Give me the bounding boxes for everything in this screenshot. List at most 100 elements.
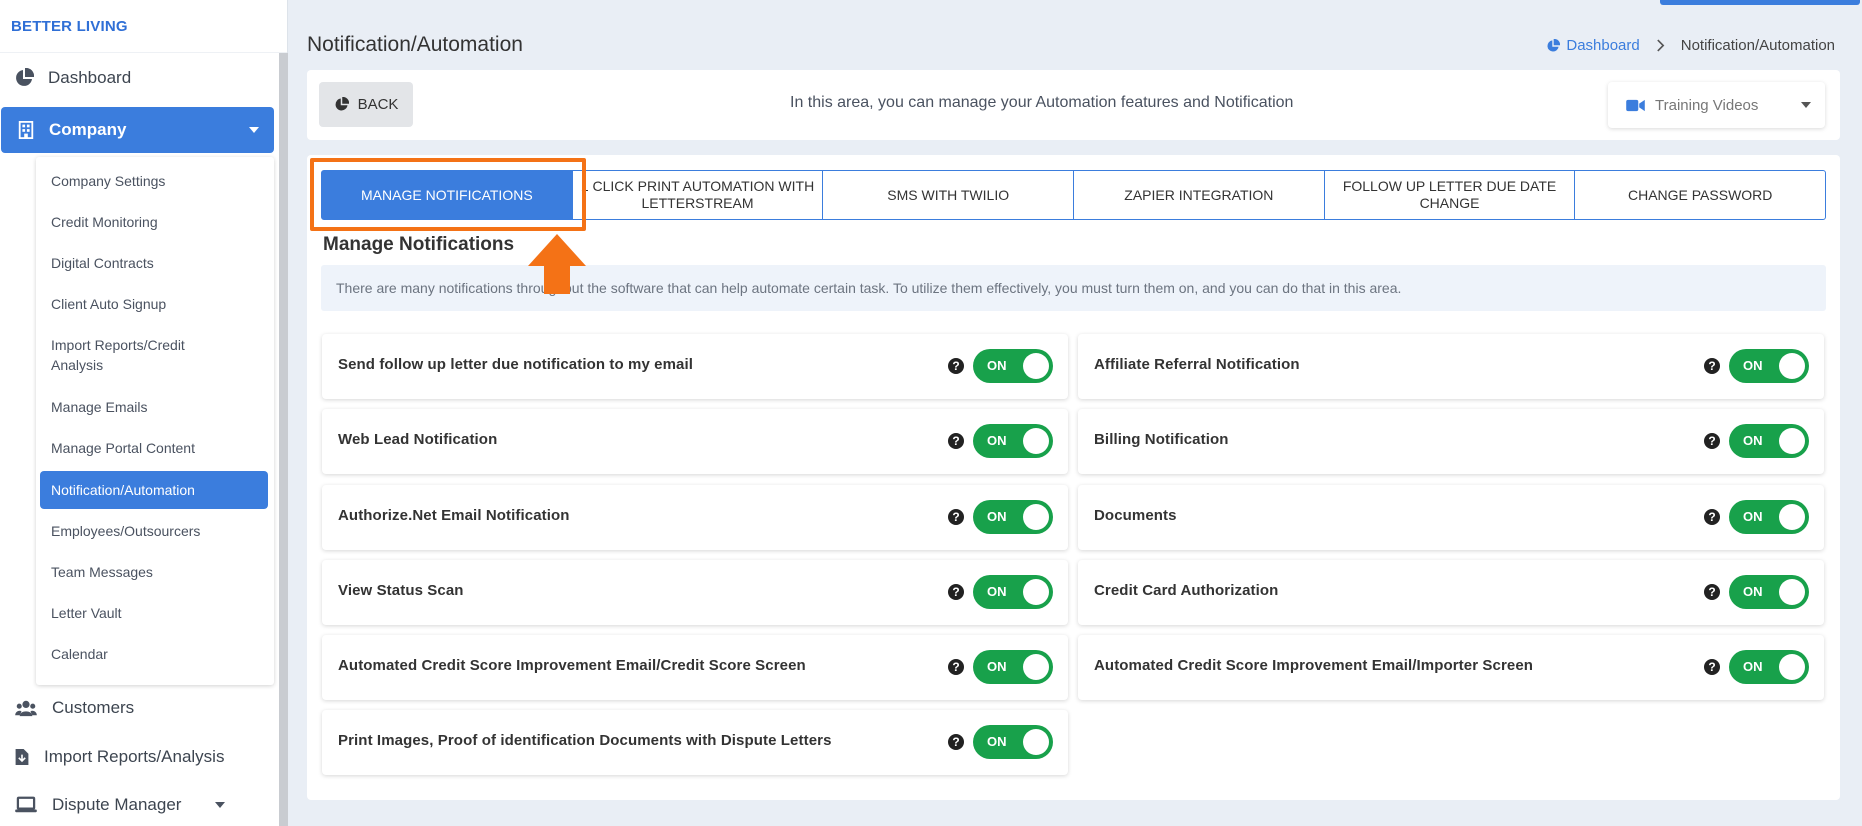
notification-label: Automated Credit Score Improvement Email… (338, 657, 806, 674)
help-icon[interactable]: ? (1704, 584, 1720, 600)
submenu-item-credit-monitoring[interactable]: Credit Monitoring (51, 212, 261, 232)
breadcrumb-dashboard-label: Dashboard (1566, 37, 1640, 54)
brand-logo[interactable]: BETTER LIVING (0, 0, 287, 53)
toggle-state: ON (987, 358, 1007, 373)
notification-label: Credit Card Authorization (1094, 582, 1279, 599)
breadcrumb-current: Notification/Automation (1680, 37, 1835, 54)
sidebar-item-company[interactable]: Company (1, 107, 274, 153)
help-icon[interactable]: ? (948, 659, 964, 675)
toggle-knob (1023, 428, 1049, 454)
help-icon[interactable]: ? (948, 509, 964, 525)
submenu-item-calendar[interactable]: Calendar (51, 644, 261, 664)
back-button-label: BACK (357, 96, 399, 113)
notification-toggle[interactable]: ON (1729, 575, 1809, 609)
arrow-up-icon (528, 234, 586, 294)
submenu-item-notification-automation[interactable]: Notification/Automation (40, 471, 268, 509)
notification-label: Print Images, Proof of identification Do… (338, 732, 832, 749)
toggle-state: ON (1743, 584, 1763, 599)
toggle-knob (1779, 353, 1805, 379)
notification-toggle[interactable]: ON (1729, 349, 1809, 383)
help-icon[interactable]: ? (1704, 509, 1720, 525)
topbar-info-text: In this area, you can manage your Automa… (790, 94, 1294, 111)
notification-toggle[interactable]: ON (1729, 650, 1809, 684)
help-icon[interactable]: ? (948, 358, 964, 374)
submenu-item-company-settings[interactable]: Company Settings (51, 171, 261, 191)
breadcrumb: Dashboard Notification/Automation (1546, 37, 1835, 54)
chevron-right-icon (1656, 39, 1665, 52)
toggle-state: ON (987, 509, 1007, 524)
help-icon[interactable]: ? (948, 584, 964, 600)
toggle-state: ON (987, 659, 1007, 674)
notification-row: Automated Credit Score Improvement Email… (322, 635, 1068, 700)
sidebar-scrollbar[interactable] (279, 53, 288, 826)
sidebar-item-dashboard[interactable]: Dashboard (14, 68, 131, 88)
submenu-item-manage-portal-content[interactable]: Manage Portal Content (51, 438, 261, 458)
toggle-knob (1779, 428, 1805, 454)
sidebar-item-import-reports[interactable]: Import Reports/Analysis (14, 747, 224, 767)
notification-label: Affiliate Referral Notification (1094, 356, 1300, 373)
toggle-knob (1779, 654, 1805, 680)
notification-toggle[interactable]: ON (973, 575, 1053, 609)
pie-chart-icon (1547, 38, 1561, 52)
sidebar-item-dispute-manager[interactable]: Dispute Manager (14, 795, 226, 815)
submenu-item-digital-contracts[interactable]: Digital Contracts (51, 253, 261, 273)
submenu-item-manage-emails[interactable]: Manage Emails (51, 397, 261, 417)
users-icon (15, 700, 37, 717)
submenu-item-employees[interactable]: Employees/Outsourcers (51, 521, 261, 541)
sidebar-item-label: Customers (52, 698, 135, 717)
toggle-state: ON (1743, 509, 1763, 524)
notification-label: Billing Notification (1094, 431, 1229, 448)
section-title: Manage Notifications (323, 234, 515, 255)
toggle-knob (1023, 654, 1049, 680)
sidebar-item-label: Dispute Manager (52, 795, 182, 814)
notification-toggle[interactable]: ON (973, 725, 1053, 759)
tab-follow-up-letter[interactable]: FOLLOW UP LETTER DUE DATE CHANGE (1325, 171, 1576, 219)
toggle-knob (1779, 504, 1805, 530)
file-import-icon (15, 749, 29, 765)
help-icon[interactable]: ? (1704, 358, 1720, 374)
notification-toggle[interactable]: ON (973, 349, 1053, 383)
tab-change-password[interactable]: CHANGE PASSWORD (1575, 171, 1825, 219)
company-submenu: Company Settings Credit Monitoring Digit… (36, 157, 274, 685)
tab-zapier[interactable]: ZAPIER INTEGRATION (1074, 171, 1325, 219)
notification-row: Authorize.Net Email Notification ? ON (322, 485, 1068, 550)
pie-chart-icon (335, 97, 349, 111)
toggle-state: ON (987, 734, 1007, 749)
notification-label: Web Lead Notification (338, 431, 498, 448)
video-camera-icon (1626, 99, 1645, 111)
back-button[interactable]: BACK (319, 82, 413, 127)
notification-row: Billing Notification ? ON (1078, 409, 1824, 474)
toggle-state: ON (987, 433, 1007, 448)
notification-label: Authorize.Net Email Notification (338, 507, 570, 524)
sidebar-item-label: Company (49, 120, 127, 139)
notification-toggle[interactable]: ON (973, 650, 1053, 684)
sidebar-item-label: Import Reports/Analysis (44, 747, 225, 766)
notification-toggle[interactable]: ON (1729, 424, 1809, 458)
training-videos-dropdown[interactable]: Training Videos (1608, 82, 1825, 128)
submenu-item-import-reports[interactable]: Import Reports/Credit Analysis (51, 335, 221, 375)
submenu-item-client-auto-signup[interactable]: Client Auto Signup (51, 294, 261, 314)
chevron-down-icon (215, 802, 226, 808)
tab-print-automation[interactable]: 1 CLICK PRINT AUTOMATION WITH LETTERSTRE… (573, 171, 824, 219)
submenu-item-letter-vault[interactable]: Letter Vault (51, 603, 261, 623)
notification-toggle[interactable]: ON (973, 424, 1053, 458)
notification-toggle[interactable]: ON (1729, 500, 1809, 534)
tab-sms-twilio[interactable]: SMS WITH TWILIO (823, 171, 1075, 219)
toggle-knob (1023, 729, 1049, 755)
notification-row: Web Lead Notification ? ON (322, 409, 1068, 474)
help-icon[interactable]: ? (1704, 433, 1720, 449)
help-icon[interactable]: ? (1704, 659, 1720, 675)
sidebar: BETTER LIVING Dashboard Company Company … (0, 0, 288, 826)
top-accent-bar (1660, 0, 1860, 5)
highlight-annotation-box (310, 158, 586, 231)
submenu-item-team-messages[interactable]: Team Messages (51, 562, 261, 582)
notification-row: Automated Credit Score Improvement Email… (1078, 635, 1824, 700)
notification-row: Send follow up letter due notification t… (322, 334, 1068, 399)
building-icon (18, 121, 34, 139)
breadcrumb-dashboard-link[interactable]: Dashboard (1546, 37, 1640, 54)
help-icon[interactable]: ? (948, 433, 964, 449)
toggle-knob (1779, 579, 1805, 605)
sidebar-item-customers[interactable]: Customers (14, 698, 134, 718)
help-icon[interactable]: ? (948, 734, 964, 750)
notification-toggle[interactable]: ON (973, 500, 1053, 534)
